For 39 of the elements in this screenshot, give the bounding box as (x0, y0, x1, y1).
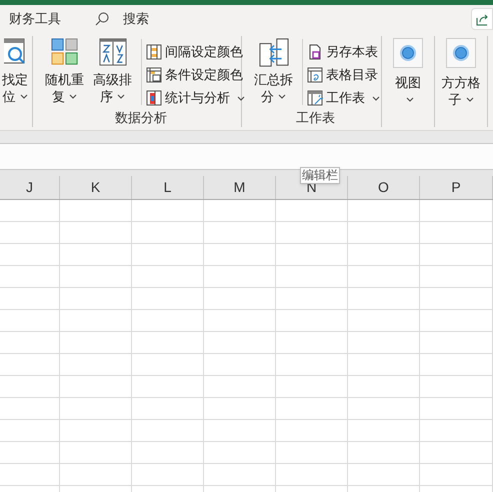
share-icon (476, 12, 488, 26)
ribbon-list-item[interactable]: 另存本表 (307, 43, 380, 61)
circle-icon (452, 44, 470, 62)
ribbon-button[interactable]: 找定 位 (0, 36, 32, 108)
column-header[interactable]: L (132, 176, 204, 199)
column-header[interactable]: P (420, 176, 493, 199)
table-list-icon (307, 67, 323, 83)
search-button[interactable]: 搜索 (95, 8, 149, 28)
ribbon-button[interactable]: 汇总拆 分 (250, 36, 297, 108)
ribbon-list-item[interactable]: 间隔设定颜色 (146, 43, 245, 61)
sort-table-icon (98, 38, 126, 66)
column-header[interactable]: K (60, 176, 132, 199)
formula-bar[interactable] (0, 143, 493, 170)
column-header[interactable]: O (348, 176, 420, 199)
column-header[interactable]: J (0, 176, 60, 199)
group-label: 工作表 (296, 110, 335, 126)
circle-icon (399, 44, 417, 62)
cell-grid[interactable] (0, 200, 493, 492)
group-label: 数据分析 (115, 110, 167, 126)
striped-table-icon (146, 44, 162, 60)
save-document-icon (307, 44, 323, 60)
ribbon-list-item[interactable]: 表格目录 (307, 66, 380, 84)
ribbon-button[interactable]: 高级排 序 (89, 36, 136, 108)
ribbon-tab[interactable]: 财务工具 (9, 8, 61, 28)
color-tiles-icon (50, 38, 78, 66)
merge-split-icon (258, 38, 288, 68)
ribbon-list-item[interactable]: 工作表 (307, 89, 380, 107)
ribbon-button[interactable]: 方方格 子 (438, 36, 484, 108)
conditional-table-icon (146, 67, 162, 83)
ribbon-list-item[interactable]: 条件设定颜色 (146, 66, 245, 84)
tooltip: 编辑栏 (300, 167, 340, 184)
ribbon-button[interactable]: 视图 (389, 36, 427, 108)
search-icon (95, 12, 109, 26)
column-header[interactable]: M (204, 176, 276, 199)
share-button[interactable] (471, 8, 493, 30)
ribbon-button[interactable]: 随机重 复 (41, 36, 88, 108)
ribbon-list-item[interactable]: 统计与分析 (146, 89, 245, 107)
stats-table-icon (146, 90, 162, 106)
sheet-wand-icon (307, 90, 323, 106)
